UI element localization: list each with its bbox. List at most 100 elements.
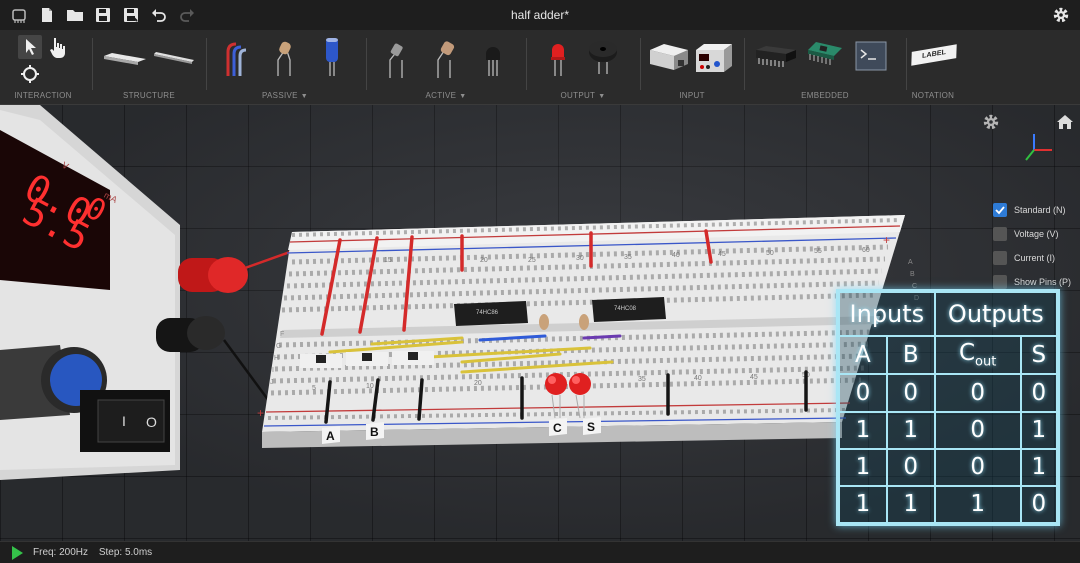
- save-icon[interactable]: [92, 4, 114, 26]
- view-option-current[interactable]: Current (I): [993, 246, 1071, 270]
- checkbox-icon[interactable]: [993, 251, 1007, 265]
- svg-text:45: 45: [718, 251, 726, 258]
- app-logo-icon: [8, 4, 30, 26]
- svg-text:H: H: [274, 355, 279, 362]
- toolbar-divider: [206, 38, 207, 90]
- svg-text:35: 35: [638, 376, 646, 383]
- active-label: ACTIVE ▼: [370, 91, 522, 100]
- cell: 1: [1019, 410, 1059, 450]
- select-arrow-tool[interactable]: [18, 35, 42, 59]
- passive-dropdown-icon[interactable]: ▼: [301, 93, 308, 100]
- svg-text:25: 25: [528, 257, 536, 264]
- svg-text:J: J: [270, 379, 274, 386]
- svg-text:50: 50: [766, 250, 774, 257]
- embedded-group: EMBEDDED: [748, 30, 902, 105]
- home-view-icon[interactable]: [1056, 113, 1074, 136]
- cout-subscript: out: [975, 355, 997, 371]
- label-tag-part[interactable]: LABEL: [911, 44, 957, 66]
- cell: 0: [885, 447, 936, 487]
- console-terminal-part[interactable]: [854, 40, 888, 77]
- svg-text:+: +: [883, 233, 890, 247]
- toolbar-divider: [526, 38, 527, 90]
- switch-part[interactable]: [648, 40, 690, 83]
- column-cout-header: Cout: [933, 335, 1022, 376]
- output-label-text: OUTPUT: [560, 91, 596, 100]
- passive-label: PASSIVE ▼: [210, 91, 360, 100]
- table-row: 0 0 0 0: [838, 373, 1059, 413]
- half-adder-truth-table: Inputs Outputs A B Cout S 0 0 0 0 1 1 0 …: [836, 289, 1060, 526]
- label-c: C: [553, 421, 562, 435]
- redo-icon[interactable]: [176, 4, 198, 26]
- label-a: A: [326, 429, 335, 443]
- cell: 0: [885, 373, 936, 413]
- transistor-diode-part[interactable]: [432, 38, 458, 85]
- active-dropdown-icon[interactable]: ▼: [459, 93, 466, 100]
- checkbox-icon[interactable]: [993, 227, 1007, 241]
- svg-text:10: 10: [366, 383, 374, 390]
- ic-chip-74hc86[interactable]: 74HC86: [454, 301, 528, 326]
- table-row: 1 0 0 1: [838, 447, 1059, 487]
- capacitor-part[interactable]: [322, 36, 342, 83]
- jumper-wire-part[interactable]: [222, 38, 252, 83]
- interaction-label: INTERACTION: [14, 91, 72, 100]
- led-part[interactable]: [548, 36, 568, 83]
- breadboard-part[interactable]: [102, 48, 148, 73]
- checkbox-icon[interactable]: [993, 275, 1007, 289]
- hand-pointer-tool[interactable]: [46, 35, 68, 64]
- cell: 1: [885, 410, 936, 450]
- svg-text:20: 20: [480, 257, 488, 264]
- label-s: S: [587, 420, 595, 434]
- axis-gizmo[interactable]: [1025, 134, 1052, 161]
- output-dropdown-icon[interactable]: ▼: [598, 93, 605, 100]
- settings-gear-icon[interactable]: [1050, 4, 1072, 26]
- buzzer-part[interactable]: [586, 38, 620, 81]
- new-file-icon[interactable]: [36, 4, 58, 26]
- inputs-header: Inputs: [838, 290, 936, 338]
- label-b: B: [370, 425, 379, 439]
- resistor-part[interactable]: [272, 38, 296, 83]
- file-actions: [8, 4, 198, 26]
- cell: 1: [1019, 447, 1059, 487]
- embedded-label: EMBEDDED: [801, 91, 849, 100]
- column-a-header: A: [838, 335, 888, 376]
- svg-text:30: 30: [576, 255, 584, 262]
- notation-label: NOTATION: [911, 91, 955, 100]
- input-label: INPUT: [679, 91, 705, 100]
- notation-group: LABEL NOTATION: [910, 30, 957, 105]
- view-option-standard[interactable]: Standard (N): [993, 198, 1071, 222]
- cell: 0: [933, 373, 1022, 413]
- column-s-header: S: [1019, 335, 1059, 376]
- output-group: OUTPUT ▼: [530, 30, 636, 105]
- svg-text:5: 5: [312, 385, 316, 392]
- transistor-part[interactable]: [482, 36, 504, 83]
- ic-chip-part[interactable]: [754, 40, 798, 79]
- svg-text:I: I: [272, 367, 274, 374]
- column-b-header: B: [885, 335, 936, 376]
- chip-label: 74HC86: [476, 310, 499, 316]
- diode-part[interactable]: [384, 40, 408, 85]
- frequency-readout: Freq: 200Hz: [33, 547, 89, 558]
- undo-icon[interactable]: [148, 4, 170, 26]
- svg-text:15: 15: [384, 257, 392, 264]
- save-as-icon[interactable]: [120, 4, 142, 26]
- status-bar: Freq: 200Hz Step: 5.0ms: [0, 541, 1080, 563]
- svg-text:F: F: [280, 331, 284, 338]
- power-supply-part[interactable]: [694, 42, 734, 81]
- view-option-voltage[interactable]: Voltage (V): [993, 222, 1071, 246]
- cell: 1: [838, 410, 888, 450]
- play-simulation-icon[interactable]: [12, 546, 23, 560]
- power-supply[interactable]: 0.0 5.5 0 V mA I O: [0, 105, 248, 480]
- crosshair-tool[interactable]: [20, 64, 40, 89]
- ic-chip-74hc08[interactable]: 74HC08: [592, 297, 666, 322]
- power-rail-part[interactable]: [152, 50, 196, 71]
- breadboard[interactable]: 15 20 25 30 35 40 45 50 55 60 5 10 20 35 40 45 50 FG…: [257, 215, 921, 448]
- microcontroller-board-part[interactable]: [804, 38, 844, 81]
- cell: 1: [838, 484, 888, 525]
- output-label: OUTPUT ▼: [530, 91, 636, 100]
- view-option-label: Current (I): [1014, 253, 1056, 263]
- open-folder-icon[interactable]: [64, 4, 86, 26]
- viewport-settings-icon[interactable]: [982, 113, 1000, 136]
- label-tag-text: LABEL: [921, 49, 947, 60]
- table-row: 1 1 0 1: [838, 410, 1059, 450]
- checkbox-checked-icon[interactable]: [993, 203, 1007, 217]
